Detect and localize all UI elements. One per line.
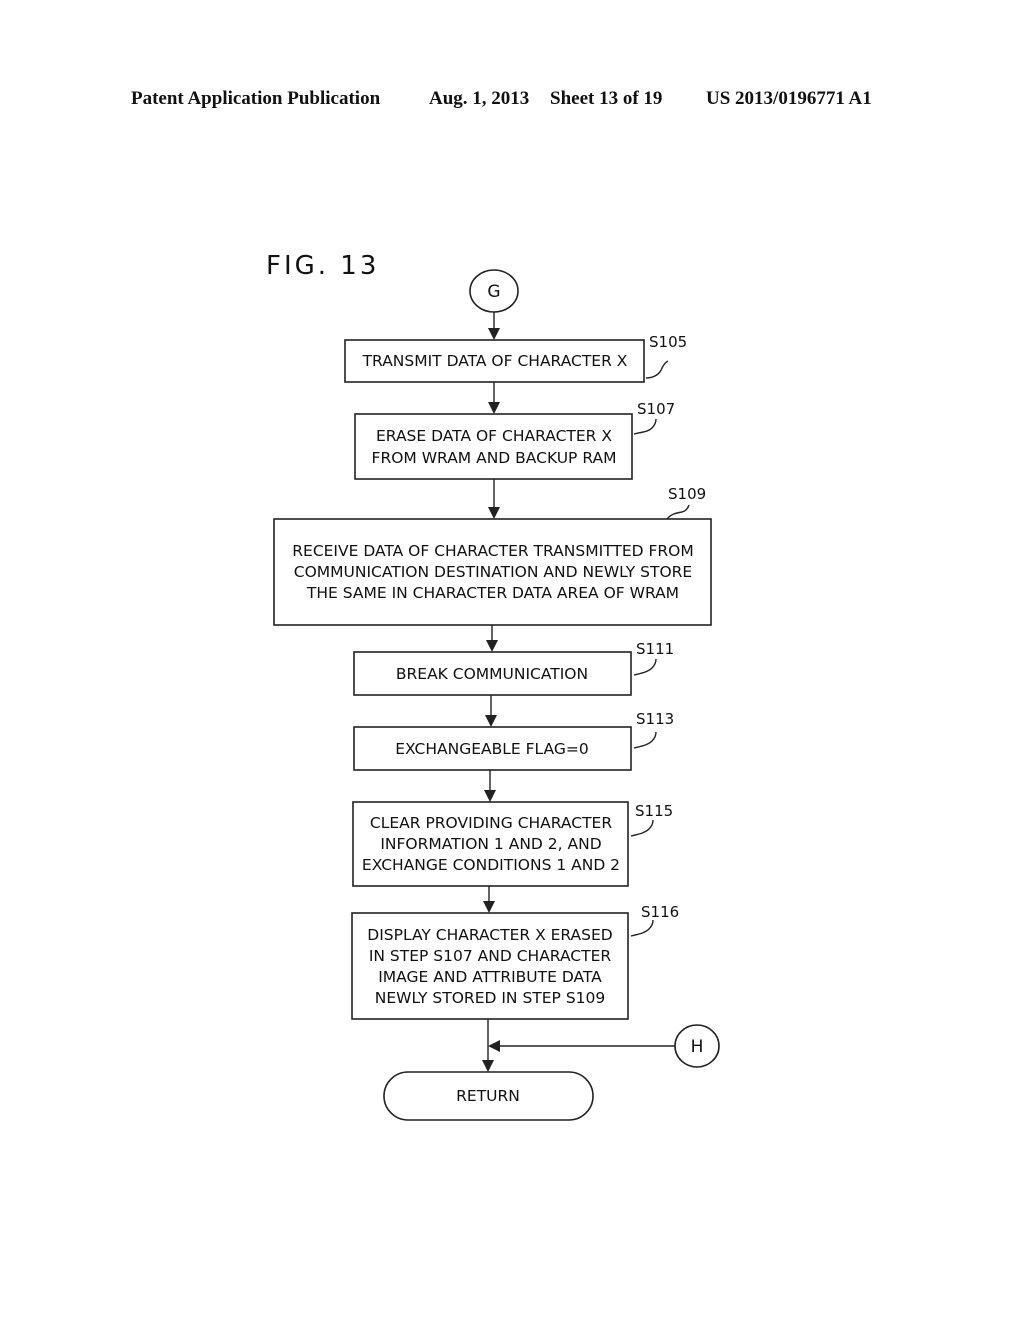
- arrowhead: [488, 402, 500, 414]
- step-text: BREAK COMMUNICATION: [396, 665, 588, 683]
- arrowhead: [483, 901, 495, 913]
- step-s115: CLEAR PROVIDING CHARACTER INFORMATION 1 …: [352, 801, 673, 887]
- leader-squiggle: [645, 360, 669, 379]
- leader-squiggle: [630, 819, 654, 837]
- leader-squiggle: [633, 658, 657, 676]
- leader-squiggle: [633, 731, 657, 749]
- step-s107: ERASE DATA OF CHARACTER X FROM WRAM AND …: [354, 400, 675, 480]
- step-text: TRANSMIT DATA OF CHARACTER X: [362, 352, 628, 370]
- step-id: S109: [668, 485, 706, 503]
- step-s111: BREAK COMMUNICATION S111: [353, 640, 674, 696]
- step-text: EXCHANGE CONDITIONS 1 AND 2: [362, 856, 620, 874]
- leader-squiggle: [633, 418, 657, 435]
- terminal-label: RETURN: [456, 1087, 520, 1105]
- step-id: S116: [641, 903, 679, 921]
- merge-connector: H: [674, 1024, 720, 1068]
- step-text: IN STEP S107 AND CHARACTER: [369, 947, 612, 965]
- leader-squiggle: [666, 504, 690, 520]
- arrowhead: [488, 507, 500, 519]
- step-s109: RECEIVE DATA OF CHARACTER TRANSMITTED FR…: [273, 485, 712, 626]
- step-s116: DISPLAY CHARACTER X ERASED IN STEP S107 …: [351, 903, 679, 1020]
- arrowhead: [488, 328, 500, 340]
- flowchart: G TRANSMIT DATA OF CHARACTER X S105 ERAS…: [273, 269, 720, 1121]
- arrowhead: [485, 715, 497, 727]
- arrowhead: [486, 640, 498, 652]
- step-text: RECEIVE DATA OF CHARACTER TRANSMITTED FR…: [292, 542, 693, 560]
- step-text: IMAGE AND ATTRIBUTE DATA: [378, 968, 602, 986]
- step-text: DISPLAY CHARACTER X ERASED: [367, 926, 613, 944]
- step-text: FROM WRAM AND BACKUP RAM: [372, 449, 617, 467]
- start-connector: G: [469, 269, 519, 313]
- step-id: S107: [637, 400, 675, 418]
- step-id: S105: [649, 333, 687, 351]
- step-s113: EXCHANGEABLE FLAG=0 S113: [353, 710, 674, 771]
- return-terminal: RETURN: [383, 1071, 594, 1121]
- step-s105: TRANSMIT DATA OF CHARACTER X S105: [344, 333, 687, 383]
- connector-label-g: G: [487, 282, 500, 302]
- step-text: ERASE DATA OF CHARACTER X: [376, 427, 612, 445]
- step-text: THE SAME IN CHARACTER DATA AREA OF WRAM: [306, 584, 679, 602]
- step-text: CLEAR PROVIDING CHARACTER: [370, 814, 612, 832]
- step-text: INFORMATION 1 AND 2, AND: [380, 835, 601, 853]
- connector-label-h: H: [691, 1037, 704, 1057]
- step-text: NEWLY STORED IN STEP S109: [375, 989, 606, 1007]
- arrowhead: [484, 790, 496, 802]
- step-id: S111: [636, 640, 674, 658]
- arrowhead: [482, 1060, 494, 1072]
- arrowhead: [488, 1040, 500, 1052]
- step-id: S113: [636, 710, 674, 728]
- step-text: EXCHANGEABLE FLAG=0: [395, 740, 588, 758]
- leader-squiggle: [630, 919, 654, 937]
- step-id: S115: [635, 802, 673, 820]
- step-text: COMMUNICATION DESTINATION AND NEWLY STOR…: [294, 563, 692, 581]
